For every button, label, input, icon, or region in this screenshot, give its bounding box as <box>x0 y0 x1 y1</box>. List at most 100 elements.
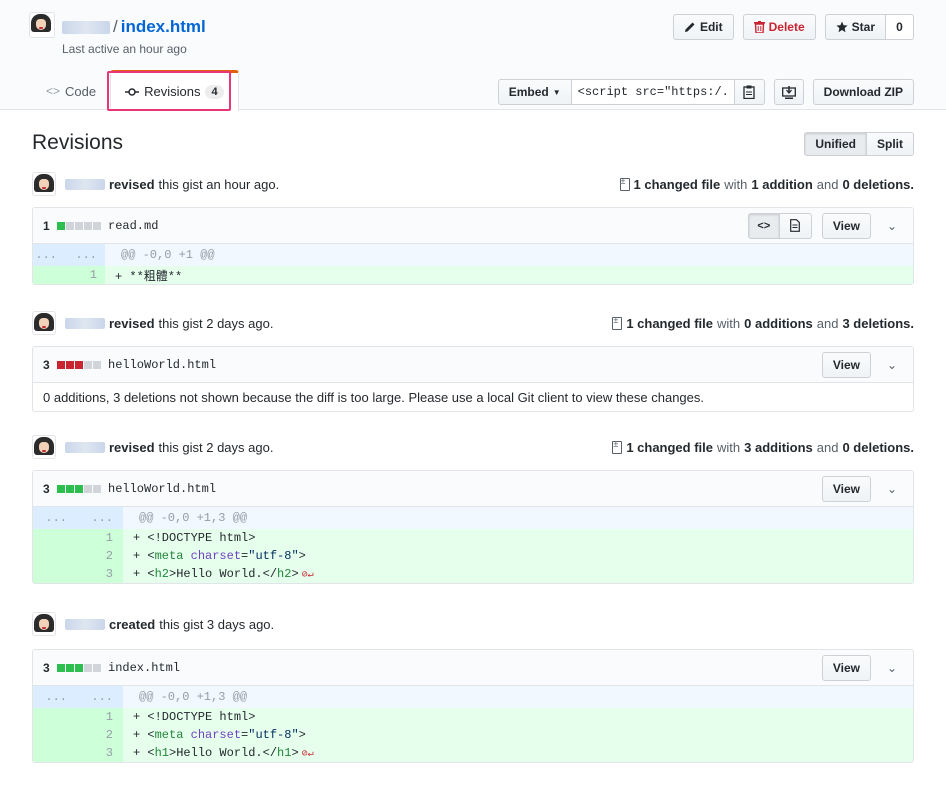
hunk-expand-new[interactable]: ... <box>57 248 97 262</box>
changed-files: 1 changed file <box>633 176 721 192</box>
diffstat <box>57 221 101 230</box>
diff-line: 2 + <meta charset="utf-8"> <box>33 547 913 565</box>
embed-label: Embed <box>508 85 549 99</box>
code-end: > <box>298 728 306 742</box>
delete-button[interactable]: Delete <box>742 14 816 40</box>
summary-with: with <box>724 176 748 192</box>
line-number[interactable]: 3 <box>33 567 113 581</box>
embed-url-input[interactable]: <script src="https:/. <box>571 79 735 105</box>
copy-embed-button[interactable] <box>734 79 765 105</box>
code-prefix: + < <box>133 728 155 742</box>
line-number[interactable]: 1 <box>33 710 113 724</box>
trash-icon <box>753 21 765 33</box>
file-header: 1 read.md <> View ⌄ <box>33 208 913 244</box>
hunk-text: @@ -0,0 +1,3 @@ <box>139 690 248 704</box>
owner-avatar[interactable] <box>29 12 55 41</box>
file-diff: 3 index.html View ⌄ ...... @@ -0,0 +1,3 … <box>32 649 914 763</box>
hunk-expand-new[interactable]: ... <box>67 511 113 525</box>
line-code: + <h2>Hello World.</h2> ⊘↵ <box>123 567 314 581</box>
avatar[interactable] <box>32 311 56 335</box>
owner-name-blurred[interactable] <box>62 20 110 34</box>
line-number[interactable]: 1 <box>33 531 113 545</box>
change-summary: 1 changed file with 3 additions and 0 de… <box>612 439 914 455</box>
file-name: read.md <box>108 218 159 233</box>
deletions-count: 0 deletions. <box>842 176 914 192</box>
gist-file-link[interactable]: index.html <box>121 17 206 37</box>
diff-line: 3 + <h2>Hello World.</h2> ⊘↵ <box>33 565 913 583</box>
rich-view-button[interactable] <box>779 212 812 239</box>
line-number[interactable]: 2 <box>33 549 113 563</box>
chevron-down-icon[interactable]: ⌄ <box>881 219 903 233</box>
embed-dropdown-button[interactable]: Embed ▼ <box>497 79 572 105</box>
code-tag: meta <box>154 728 184 742</box>
revision-item: revised this gist 2 days ago. 1 changed … <box>32 434 914 584</box>
code-icon: <> <box>46 84 61 98</box>
chevron-down-icon[interactable]: ⌄ <box>881 482 903 496</box>
split-button[interactable]: Split <box>867 132 914 156</box>
chevron-down-icon[interactable]: ⌄ <box>881 661 903 675</box>
line-number[interactable]: 2 <box>33 728 113 742</box>
star-button[interactable]: Star <box>824 14 886 40</box>
edit-button[interactable]: Edit <box>672 14 734 40</box>
code-tag: meta <box>154 549 184 563</box>
change-summary: 1 changed file with 1 addition and 0 del… <box>619 176 914 192</box>
unified-button[interactable]: Unified <box>804 132 867 156</box>
code-icon: <> <box>757 219 771 232</box>
hunk-expand-old[interactable]: ... <box>33 690 67 704</box>
author-name-blurred[interactable] <box>65 441 105 453</box>
code-string: "utf-8" <box>248 728 299 742</box>
line-code: + <!DOCTYPE html> <box>133 531 256 545</box>
deletions-count: 3 deletions. <box>842 315 914 331</box>
deletions-count: 0 deletions. <box>842 439 914 455</box>
view-file-button[interactable]: View <box>821 212 871 239</box>
view-file-button[interactable]: View <box>821 654 871 681</box>
hunk-expand-old[interactable]: ... <box>33 511 67 525</box>
source-view-button[interactable]: <> <box>747 212 780 239</box>
avatar[interactable] <box>32 435 56 459</box>
author-name-blurred[interactable] <box>65 618 105 630</box>
author-name-blurred[interactable] <box>65 178 105 190</box>
last-active-text: Last active an hour ago <box>62 42 187 56</box>
delete-label: Delete <box>768 20 805 34</box>
tab-code[interactable]: <> Code <box>32 72 110 110</box>
header-actions: Edit Delete Star 0 <box>672 14 914 40</box>
avatar[interactable] <box>32 172 56 196</box>
view-file-button[interactable]: View <box>821 351 871 378</box>
avatar[interactable] <box>32 612 56 636</box>
diff-too-large-message: 0 additions, 3 deletions not shown becau… <box>43 389 705 405</box>
diff-count: 1 <box>43 218 50 233</box>
hunk-expand-old[interactable]: ... <box>33 248 57 262</box>
download-zip-button[interactable]: Download ZIP <box>812 79 914 105</box>
revision-time: this gist 2 days ago. <box>158 315 274 331</box>
code-prefix: + < <box>133 567 155 581</box>
display-toggle: <> <box>747 212 812 239</box>
file-name: helloWorld.html <box>108 357 217 372</box>
star-icon <box>836 21 848 33</box>
code-prefix: + < <box>133 549 155 563</box>
line-number[interactable]: 3 <box>33 746 113 760</box>
title-separator: / <box>113 17 118 36</box>
tab-revisions[interactable]: Revisions 4 <box>110 70 239 111</box>
revision-time: this gist 2 days ago. <box>158 439 274 455</box>
code-attr: charset <box>190 728 242 742</box>
chevron-down-icon[interactable]: ⌄ <box>881 358 903 372</box>
code-end: > <box>291 746 299 760</box>
open-in-desktop-button[interactable] <box>773 79 804 105</box>
tab-revisions-label: Revisions <box>144 84 201 99</box>
file-diff-icon <box>612 315 623 330</box>
avatar[interactable] <box>29 12 55 38</box>
revision-item: revised this gist 2 days ago. 1 changed … <box>32 310 914 412</box>
view-file-button[interactable]: View <box>821 475 871 502</box>
author-name-blurred[interactable] <box>65 317 105 329</box>
page-title: Revisions <box>32 131 124 154</box>
file-text-icon <box>790 219 801 232</box>
summary-and: and <box>816 439 839 455</box>
hunk-expand-new[interactable]: ... <box>67 690 113 704</box>
diff-count: 3 <box>43 481 50 496</box>
star-count[interactable]: 0 <box>886 14 914 40</box>
summary-with: with <box>717 315 741 331</box>
line-number[interactable]: 1 <box>33 268 97 282</box>
code-mid: >Hello World.</ <box>169 746 278 760</box>
code-mid: >Hello World.</ <box>169 567 278 581</box>
hunk-header: ...... @@ -0,0 +1 @@ <box>33 244 913 266</box>
